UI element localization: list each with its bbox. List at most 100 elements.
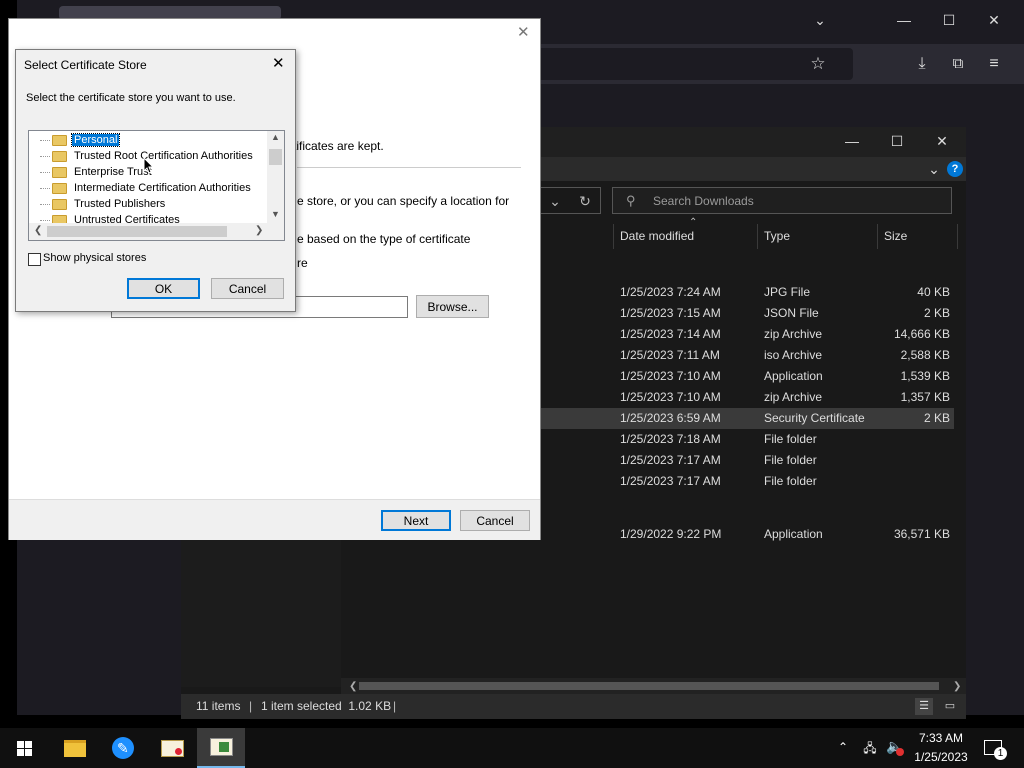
file-size: 2 KB xyxy=(923,306,950,320)
show-hidden-icons-chevron-icon[interactable]: ⌃ xyxy=(838,740,848,754)
explorer-maximize-icon[interactable]: ☐ xyxy=(882,131,912,151)
wizard-divider xyxy=(297,167,521,168)
tree-horizontal-scrollbar[interactable]: ❮ ❯ xyxy=(29,223,284,240)
tree-scroll-right-icon[interactable]: ❯ xyxy=(255,225,263,236)
dialog-close-icon[interactable]: ✕ xyxy=(272,54,285,72)
tree-scroll-left-icon[interactable]: ❮ xyxy=(34,225,42,236)
tree-vertical-scrollbar[interactable]: ▲ ▼ xyxy=(267,131,284,225)
file-type: zip Archive xyxy=(764,390,823,404)
status-divider: | xyxy=(393,699,397,713)
file-type: iso Archive xyxy=(764,348,823,362)
taskbar: ✎ ⌃ 🖧 🔈 7:33 AM 1/25/2023 1 xyxy=(0,728,1024,768)
clock-time[interactable]: 7:33 AM xyxy=(908,731,974,745)
folder-icon xyxy=(52,182,67,194)
tree-connector xyxy=(40,220,50,222)
file-size: 14,666 KB xyxy=(893,327,950,341)
file-date: 1/25/2023 7:17 AM xyxy=(620,474,721,488)
wizard-footer: Next Cancel xyxy=(9,499,540,540)
file-date: 1/25/2023 7:10 AM xyxy=(620,390,721,404)
bookmark-star-icon[interactable]: ☆ xyxy=(803,54,833,74)
tree-item-label: Trusted Publishers xyxy=(74,198,166,210)
horizontal-scrollbar[interactable]: ❮ ❯ xyxy=(341,678,966,694)
tree-connector xyxy=(40,140,50,142)
certificate-store-tree[interactable]: Personal Trusted Root Certification Autho… xyxy=(28,130,285,241)
tree-item-store[interactable]: Enterprise Trust xyxy=(52,164,154,180)
column-header-date[interactable]: Date modified xyxy=(620,225,694,247)
certificate-import-icon[interactable] xyxy=(197,728,245,768)
scroll-left-icon[interactable]: ❮ xyxy=(349,681,357,692)
sort-indicator-icon: ⌃ xyxy=(689,217,698,228)
refresh-icon[interactable]: ↻ xyxy=(570,191,600,211)
next-button[interactable]: Next xyxy=(381,510,451,531)
wizard-text-store: re xyxy=(297,256,308,270)
volume-error-badge xyxy=(896,748,904,756)
extensions-icon[interactable]: ⧉ xyxy=(943,54,973,74)
show-physical-stores-checkbox[interactable] xyxy=(28,253,41,266)
file-date: 1/25/2023 7:17 AM xyxy=(620,453,721,467)
clock-date[interactable]: 1/25/2023 xyxy=(908,750,974,764)
tree-item-label: Enterprise Trust xyxy=(74,166,152,178)
file-type: zip Archive xyxy=(764,327,823,341)
scroll-up-icon[interactable]: ▲ xyxy=(271,132,280,142)
file-explorer-icon[interactable] xyxy=(50,728,98,768)
maximize-icon[interactable]: ☐ xyxy=(934,10,964,30)
downloads-icon[interactable]: ⤓ xyxy=(907,54,937,74)
file-date: 1/25/2023 7:15 AM xyxy=(620,306,721,320)
wizard-cancel-button[interactable]: Cancel xyxy=(460,510,530,531)
folder-icon xyxy=(52,166,67,178)
dialog-cancel-button[interactable]: Cancel xyxy=(211,278,284,299)
status-item-count: 11 items xyxy=(196,699,241,713)
search-input[interactable]: Search Downloads xyxy=(612,187,952,214)
column-separator xyxy=(757,224,758,249)
file-type: Application xyxy=(764,527,823,541)
ok-button[interactable]: OK xyxy=(127,278,200,299)
minimize-icon[interactable]: — xyxy=(889,10,919,30)
address-dropdown-icon[interactable]: ⌄ xyxy=(540,191,570,211)
close-icon[interactable]: ✕ xyxy=(979,10,1009,30)
explorer-close-icon[interactable]: ✕ xyxy=(927,131,957,151)
file-type: File folder xyxy=(764,453,817,467)
scroll-down-icon[interactable]: ▼ xyxy=(271,209,280,219)
column-separator xyxy=(877,224,878,249)
network-icon[interactable]: 🖧 xyxy=(862,739,878,760)
file-size: 36,571 KB xyxy=(893,527,950,541)
scroll-thumb[interactable] xyxy=(359,682,939,690)
tree-vscroll-thumb[interactable] xyxy=(269,149,282,165)
file-size: 2,588 KB xyxy=(900,348,950,362)
help-icon[interactable]: ? xyxy=(947,161,963,177)
folder-icon xyxy=(52,150,67,162)
file-type: Security Certificate xyxy=(764,411,865,425)
ribbon-expand-icon[interactable]: ⌄ xyxy=(919,159,949,179)
tree-item-store[interactable]: Trusted Publishers xyxy=(52,196,167,212)
tree-connector xyxy=(40,204,50,206)
tree-item-store[interactable]: Personal xyxy=(52,132,121,148)
show-physical-stores-label: Show physical stores xyxy=(43,252,147,264)
menu-icon[interactable]: ≡ xyxy=(979,54,1009,74)
tree-item-label: Intermediate Certification Authorities xyxy=(74,182,251,194)
file-type: File folder xyxy=(764,474,817,488)
folder-icon xyxy=(52,134,67,146)
tree-hscroll-thumb[interactable] xyxy=(47,226,227,237)
browser-icon[interactable]: ✎ xyxy=(99,728,147,768)
explorer-minimize-icon[interactable]: — xyxy=(837,131,867,151)
details-view-icon[interactable]: ☰ xyxy=(915,698,933,715)
column-header-size[interactable]: Size xyxy=(884,225,907,247)
windows-start-icon[interactable] xyxy=(0,728,48,768)
browse-button[interactable]: Browse... xyxy=(416,295,489,318)
select-certificate-store-dialog: Select Certificate Store ✕ Select the ce… xyxy=(15,49,296,312)
tree-connector xyxy=(40,156,50,158)
file-date: 1/25/2023 6:59 AM xyxy=(620,411,721,425)
status-divider: | xyxy=(249,699,253,713)
scroll-right-icon[interactable]: ❯ xyxy=(953,681,961,692)
file-size: 1,539 KB xyxy=(900,369,950,383)
tiles-view-icon[interactable]: ▭ xyxy=(941,698,959,715)
mouse-cursor-icon xyxy=(143,157,155,174)
wizard-text-based-on: e based on the type of certificate xyxy=(297,232,471,246)
tree-item-store[interactable]: Intermediate Certification Authorities xyxy=(52,180,253,196)
column-separator xyxy=(613,224,614,249)
certificate-app-icon[interactable] xyxy=(148,728,196,768)
tree-connector xyxy=(40,172,50,174)
tab-list-chevron-icon[interactable]: ⌄ xyxy=(805,10,835,30)
wizard-close-icon[interactable]: ✕ xyxy=(517,23,530,41)
column-header-type[interactable]: Type xyxy=(764,225,790,247)
